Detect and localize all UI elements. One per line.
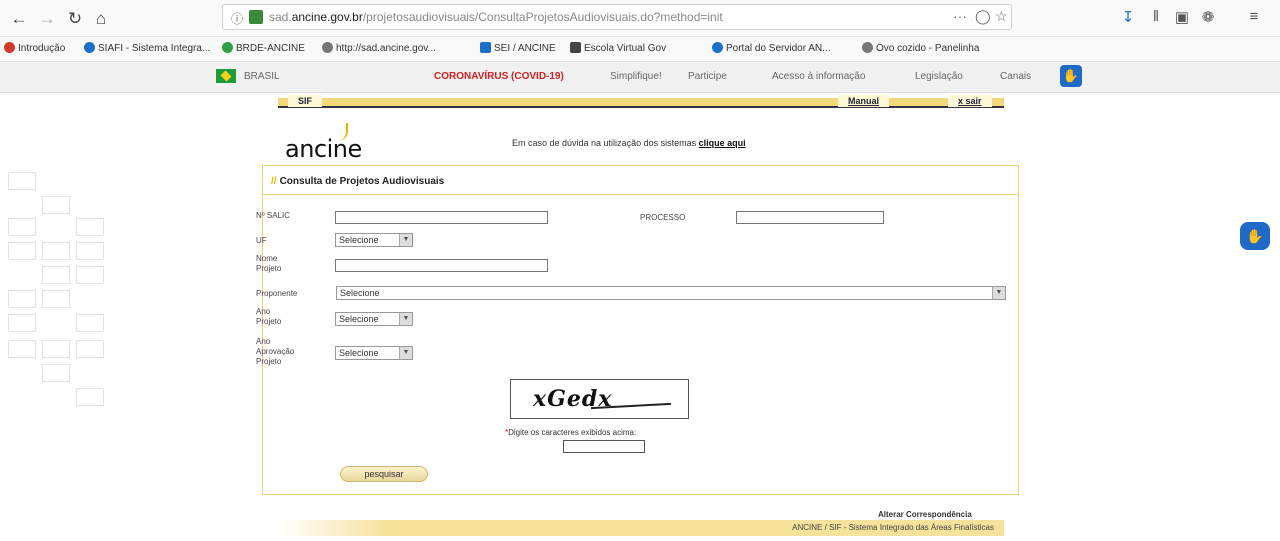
manual-link[interactable]: Manual (838, 95, 890, 107)
url-bar[interactable]: ⓘ sad.ancine.gov.br/projetosaudiovisuais… (222, 4, 1012, 30)
participe-link[interactable]: Participe (688, 71, 727, 82)
reload-icon[interactable]: ↻ (64, 8, 86, 30)
chevron-down-icon: ▼ (399, 347, 412, 359)
captcha-input[interactable] (563, 440, 645, 453)
globe-icon (322, 42, 333, 53)
ano-projeto-select[interactable]: Selecione ▼ (335, 312, 413, 326)
ancine-logo: ancine (285, 135, 362, 163)
title-marker-icon: // (271, 176, 277, 187)
chevron-down-icon: ▼ (399, 234, 412, 246)
pocket-icon[interactable]: ◯ (975, 8, 991, 25)
gov-bar: BRASIL CORONAVÍRUS (COVID-19) Simplifiqu… (0, 62, 1280, 93)
bookmark-item[interactable]: Ovo cozido - Panelinha (862, 42, 979, 54)
brasil-link[interactable]: BRASIL (244, 71, 280, 82)
bookmark-item[interactable]: Escola Virtual Gov (570, 42, 666, 54)
extension-icon[interactable]: ❁ (1198, 8, 1218, 26)
bookmark-star-icon[interactable]: ☆ (995, 8, 1008, 25)
sif-header-strip: SIF Manual x sair (278, 95, 1004, 108)
sif-tab: SIF (288, 95, 323, 107)
brazil-flag-icon (216, 69, 236, 83)
url-text[interactable]: sad.ancine.gov.br/projetosaudiovisuais/C… (269, 10, 723, 24)
bookmark-favicon-icon (570, 42, 581, 53)
site-favicon (249, 10, 263, 24)
alterar-correspondencia-link[interactable]: Alterar Correspondência (878, 510, 972, 519)
uf-select[interactable]: Selecione ▼ (335, 233, 413, 247)
proponente-select[interactable]: Selecione ▼ (336, 286, 1006, 300)
page-actions-button[interactable]: ··· (953, 8, 967, 24)
bookmark-item[interactable]: SIAFI - Sistema Integra... (84, 42, 210, 54)
salic-label: Nº SALIC (256, 211, 291, 220)
home-icon[interactable]: ⌂ (90, 8, 112, 30)
ano-projeto-label: Ano Projeto (256, 307, 282, 326)
captcha-label: *Digite os caracteres exibidos acima: (505, 428, 637, 437)
chevron-down-icon: ▼ (992, 287, 1005, 299)
back-icon[interactable]: ← (8, 8, 30, 30)
bookmark-item[interactable]: BRDE-ANCINE (222, 42, 305, 54)
covid-link[interactable]: CORONAVÍRUS (COVID-19) (434, 71, 564, 82)
search-button[interactable]: pesquisar (340, 466, 428, 482)
form-header: //Consulta de Projetos Audiovisuais (263, 166, 1018, 195)
forward-icon[interactable]: → (36, 8, 58, 30)
acesso-informacao-link[interactable]: Acesso à informação (772, 71, 865, 82)
salic-input[interactable] (335, 211, 548, 224)
help-text: Em caso de dúvida na utilização dos sist… (512, 138, 746, 148)
accessibility-icon[interactable]: ✋ (1060, 65, 1082, 87)
info-icon[interactable]: ⓘ (231, 10, 243, 27)
globe-icon (862, 42, 873, 53)
bookmark-favicon-icon (480, 42, 491, 53)
bookmark-favicon-icon (4, 42, 15, 53)
bookmark-item[interactable]: Introdução (4, 42, 65, 54)
footer-system-text: ANCINE / SIF - Sistema Integrado das Áre… (792, 523, 994, 532)
simplifique-link[interactable]: Simplifique! (610, 71, 662, 82)
captcha-image: xGedx (510, 379, 689, 419)
nome-projeto-label: Nome Projeto (256, 254, 282, 273)
processo-label: PROCESSO (640, 213, 686, 222)
library-icon[interactable]: ‖ (1146, 8, 1166, 25)
proponente-label: Proponente (256, 289, 298, 298)
sair-link[interactable]: x sair (948, 95, 992, 107)
uf-label: UF (256, 236, 267, 245)
accessibility-floating-icon[interactable]: ✋ (1240, 222, 1270, 250)
bookmark-favicon-icon (712, 42, 723, 53)
bookmarks-bar: Introdução SIAFI - Sistema Integra... BR… (0, 37, 1280, 62)
canais-link[interactable]: Canais (1000, 71, 1031, 82)
footer-bar: ANCINE / SIF - Sistema Integrado das Áre… (280, 520, 1004, 536)
legislacao-link[interactable]: Legislação (915, 71, 963, 82)
chevron-down-icon: ▼ (399, 313, 412, 325)
ano-aprovacao-label: Ano Aprovação Projeto (256, 337, 295, 366)
sidebar-icon[interactable]: ▣ (1172, 8, 1192, 26)
menu-icon[interactable]: ≡ (1244, 8, 1264, 25)
ano-aprovacao-select[interactable]: Selecione ▼ (335, 346, 413, 360)
help-link[interactable]: clique aqui (699, 138, 746, 148)
download-icon[interactable]: ↧ (1118, 8, 1138, 26)
bookmark-item[interactable]: Portal do Servidor AN... (712, 42, 831, 54)
nome-projeto-input[interactable] (335, 259, 548, 272)
bookmark-item[interactable]: http://sad.ancine.gov... (322, 42, 436, 54)
bookmark-favicon-icon (84, 42, 95, 53)
browser-toolbar: ← → ↻ ⌂ ⓘ sad.ancine.gov.br/projetosaudi… (0, 0, 1280, 37)
processo-input[interactable] (736, 211, 884, 224)
form-title: //Consulta de Projetos Audiovisuais (271, 176, 445, 187)
bookmark-favicon-icon (222, 42, 233, 53)
bookmark-item[interactable]: SEI / ANCINE (480, 42, 556, 54)
